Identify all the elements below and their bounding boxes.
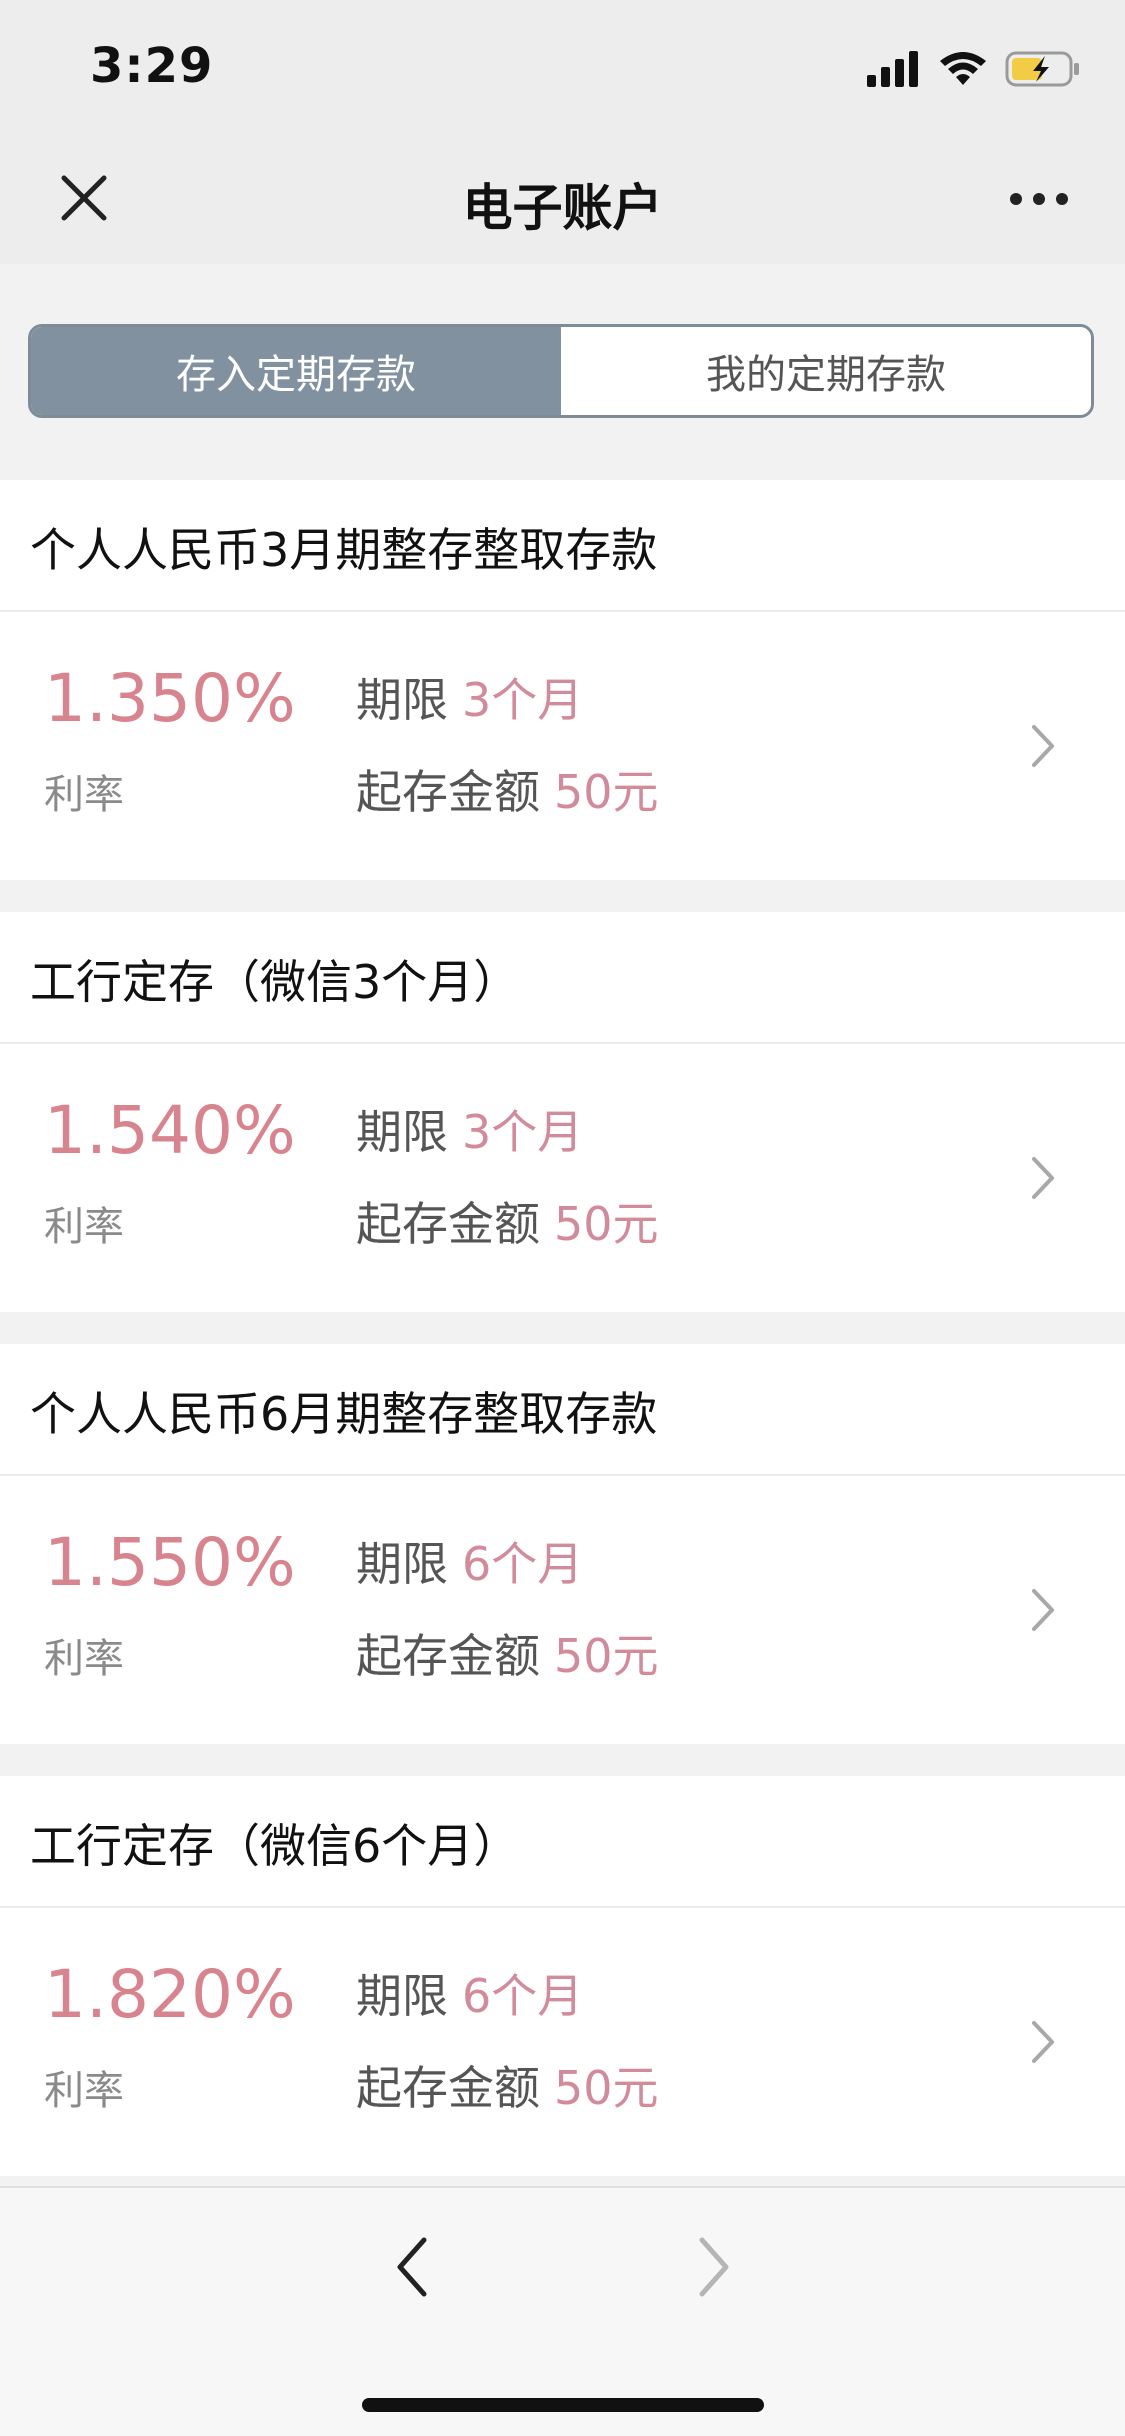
product-name: 工行定存（微信3个月） [30,955,520,1009]
more-dots-icon[interactable] [1009,192,1069,206]
rate-label: 利率 [44,772,124,818]
wifi-icon [940,52,986,85]
min-amount-value: 50元 [554,765,659,819]
product-card[interactable]: 个人人民币6月期整存整取存款 1.550% 利率 期限 6个月 起存金额 50元 [0,1344,1125,1744]
term-value: 6个月 [462,1537,584,1591]
term-row: 期限 6个月 [356,1960,583,2026]
home-indicator [362,2398,764,2412]
product-card[interactable]: 个人人民币3月期整存整取存款 1.350% 利率 期限 3个月 起存金额 50元 [0,480,1125,880]
term-value: 3个月 [462,673,584,727]
min-amount-row: 起存金额 50元 [356,756,659,822]
product-name: 个人人民币6月期整存整取存款 [30,1387,658,1441]
status-icons [867,48,1081,90]
min-amount-label: 起存金额 [356,1629,540,1683]
product-card[interactable]: 工行定存（微信6个月） 1.820% 利率 期限 6个月 起存金额 50元 [0,1776,1125,2176]
nav-bar: 电子账户 [0,132,1125,264]
term-value: 3个月 [462,1105,584,1159]
term-label: 期限 [356,1105,448,1159]
rate-value: 1.540% [44,1092,296,1169]
term-label: 期限 [356,1537,448,1591]
page-title: 电子账户 [462,179,663,237]
chevron-right-icon [1032,2021,1054,2063]
rate-value: 1.820% [44,1956,296,2033]
min-amount-row: 起存金额 50元 [356,2052,659,2118]
screen: 3:29 电子账户 存入定期存款 我的定期存款 个人人民币3月期整存整取存款 1… [0,0,1125,2436]
min-amount-value: 50元 [554,1629,659,1683]
min-amount-value: 50元 [554,2061,659,2115]
rate-value: 1.350% [44,660,296,737]
battery-icon [1005,51,1079,87]
rate-label: 利率 [44,1636,124,1682]
min-amount-value: 50元 [554,1197,659,1251]
rate-value: 1.550% [44,1524,296,1601]
segmented-control: 存入定期存款 我的定期存款 [28,324,1094,418]
status-bar: 3:29 [0,0,1125,132]
bottom-toolbar [0,2186,1125,2436]
product-details: 1.540% 利率 期限 3个月 起存金额 50元 [0,1044,1125,1312]
term-label: 期限 [356,1969,448,2023]
forward-arrow-icon[interactable] [694,2234,734,2300]
signal-icon [867,51,918,87]
rate-label: 利率 [44,2068,124,2114]
term-row: 期限 6个月 [356,1528,583,1594]
status-time: 3:29 [90,38,214,94]
min-amount-row: 起存金额 50元 [356,1188,659,1254]
chevron-right-icon [1032,1589,1054,1631]
term-value: 6个月 [462,1969,584,2023]
tab-deposit-fixed[interactable]: 存入定期存款 [31,327,561,415]
product-details: 1.820% 利率 期限 6个月 起存金额 50元 [0,1908,1125,2176]
term-row: 期限 3个月 [356,664,583,730]
term-row: 期限 3个月 [356,1096,583,1162]
min-amount-label: 起存金额 [356,765,540,819]
product-details: 1.350% 利率 期限 3个月 起存金额 50元 [0,612,1125,880]
min-amount-row: 起存金额 50元 [356,1620,659,1686]
product-name: 个人人民币3月期整存整取存款 [30,523,658,577]
back-arrow-icon[interactable] [392,2234,432,2300]
term-label: 期限 [356,673,448,727]
tab-my-fixed-deposits[interactable]: 我的定期存款 [561,327,1091,415]
min-amount-label: 起存金额 [356,2061,540,2115]
chevron-right-icon [1032,1157,1054,1199]
chevron-right-icon [1032,725,1054,767]
product-name: 工行定存（微信6个月） [30,1819,520,1873]
product-details: 1.550% 利率 期限 6个月 起存金额 50元 [0,1476,1125,1744]
min-amount-label: 起存金额 [356,1197,540,1251]
product-card[interactable]: 工行定存（微信3个月） 1.540% 利率 期限 3个月 起存金额 50元 [0,912,1125,1312]
rate-label: 利率 [44,1204,124,1250]
